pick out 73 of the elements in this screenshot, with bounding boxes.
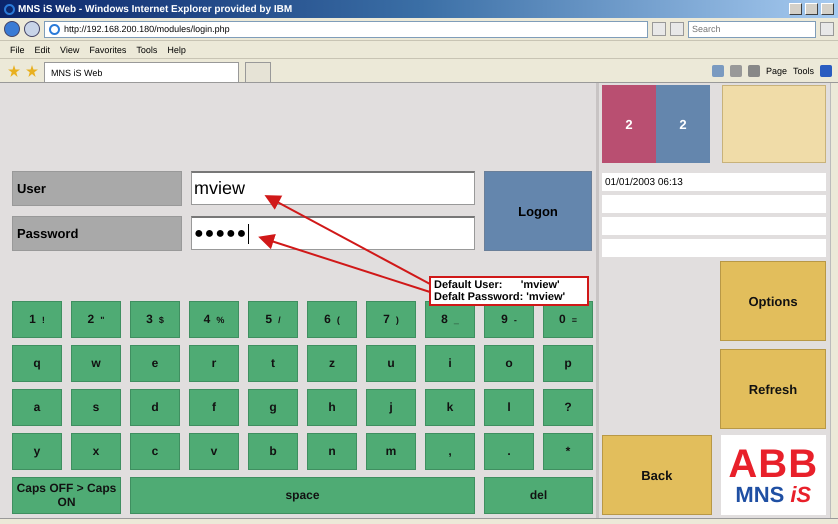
keyboard-key[interactable]: t xyxy=(248,345,298,382)
keyboard-key[interactable]: e xyxy=(130,345,180,382)
keyboard-key[interactable]: p xyxy=(543,345,593,382)
keyboard-key[interactable]: space xyxy=(130,477,475,514)
browser-tab[interactable]: MNS iS Web xyxy=(44,62,239,82)
keyboard-key[interactable]: k xyxy=(425,389,475,426)
keyboard-key[interactable]: o xyxy=(484,345,534,382)
user-label: User xyxy=(12,171,182,206)
keyboard-key[interactable]: j xyxy=(366,389,416,426)
new-tab-button[interactable] xyxy=(245,62,271,82)
keyboard-key[interactable]: n xyxy=(307,433,357,470)
window-title: MNS iS Web - Windows Internet Explorer provided by IBM xyxy=(18,4,292,14)
tools-menu[interactable]: Tools xyxy=(792,66,814,76)
callout-text: Defalt Password: 'mview' xyxy=(434,291,566,303)
page-menu[interactable]: Page xyxy=(766,66,787,76)
keyboard-key[interactable]: f xyxy=(189,389,239,426)
back-button[interactable]: Back xyxy=(602,435,712,515)
keyboard-key[interactable]: x xyxy=(71,433,121,470)
menu-item[interactable]: Help xyxy=(167,44,186,54)
keyboard-key[interactable]: s xyxy=(71,389,121,426)
keyboard-key[interactable]: y xyxy=(12,433,62,470)
logo: ABB MNS iS xyxy=(720,435,826,515)
browser-icon xyxy=(4,4,15,14)
minimize-button[interactable] xyxy=(789,3,802,15)
keyboard-key[interactable]: u xyxy=(366,345,416,382)
url-text: http://192.168.200.180/modules/login.php xyxy=(64,24,230,34)
password-label: Password xyxy=(12,216,182,251)
options-button[interactable]: Options xyxy=(720,261,826,341)
keyboard-key[interactable]: q xyxy=(12,345,62,382)
keyboard-key[interactable]: ? xyxy=(543,389,593,426)
keyboard-key[interactable]: 6 ( xyxy=(307,301,357,338)
callout-text: Default User: 'mview' xyxy=(434,279,561,291)
status-tile: 2 xyxy=(602,85,656,163)
menu-item[interactable]: File xyxy=(10,44,25,54)
close-button[interactable] xyxy=(821,3,834,15)
keyboard-key[interactable]: 4 % xyxy=(189,301,239,338)
keyboard-key[interactable]: , xyxy=(425,433,475,470)
keyboard-key[interactable]: v xyxy=(189,433,239,470)
scrollbar[interactable] xyxy=(830,83,838,518)
keyboard-key[interactable]: b xyxy=(248,433,298,470)
address-field[interactable]: http://192.168.200.180/modules/login.php xyxy=(44,20,648,38)
keyboard-key[interactable]: a xyxy=(12,389,62,426)
menu-item[interactable]: View xyxy=(60,44,80,54)
keyboard-key[interactable]: l xyxy=(484,389,534,426)
refresh-button[interactable]: Refresh xyxy=(720,349,826,429)
menu-item[interactable]: Tools xyxy=(136,44,158,54)
password-field[interactable]: ●●●●● xyxy=(191,216,475,250)
keyboard-key[interactable]: w xyxy=(71,345,121,382)
search-field[interactable]: Search xyxy=(688,20,816,38)
keyboard-key[interactable]: * xyxy=(543,433,593,470)
keyboard-key[interactable]: 1 ! xyxy=(12,301,62,338)
menu-item[interactable]: Edit xyxy=(34,44,50,54)
status-tile: 2 xyxy=(656,85,710,163)
keyboard-key[interactable]: i xyxy=(425,345,475,382)
keyboard-key[interactable]: d xyxy=(130,389,180,426)
keyboard-key[interactable]: 2 " xyxy=(71,301,121,338)
keyboard-key[interactable]: 5 / xyxy=(248,301,298,338)
keyboard-key[interactable]: del xyxy=(484,477,593,514)
keyboard-key[interactable]: g xyxy=(248,389,298,426)
keyboard-key[interactable]: Caps OFF > Caps ON xyxy=(12,477,121,514)
keyboard-key[interactable]: 3 $ xyxy=(130,301,180,338)
keyboard-key[interactable]: c xyxy=(130,433,180,470)
keyboard-key[interactable]: h xyxy=(307,389,357,426)
logon-button[interactable]: Logon xyxy=(484,171,592,251)
keyboard-key[interactable]: r xyxy=(189,345,239,382)
keyboard-key[interactable]: 7 ) xyxy=(366,301,416,338)
page-icon xyxy=(49,24,60,34)
menu-item[interactable]: Favorites xyxy=(89,44,126,54)
user-field[interactable]: mview xyxy=(191,171,475,205)
maximize-button[interactable] xyxy=(805,3,818,15)
keyboard-key[interactable]: m xyxy=(366,433,416,470)
keyboard-key[interactable]: z xyxy=(307,345,357,382)
keyboard-key[interactable]: . xyxy=(484,433,534,470)
